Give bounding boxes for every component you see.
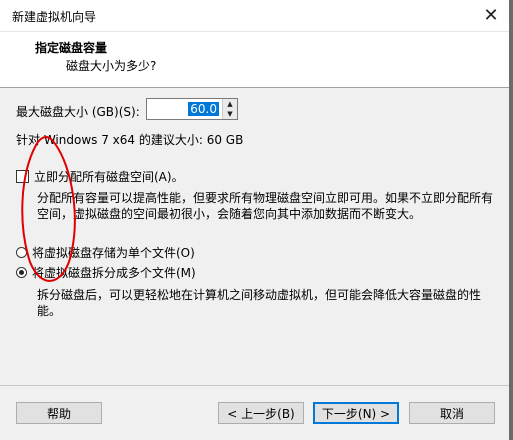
window-title: 新建虚拟机向导 <box>12 10 97 24</box>
allocate-now-label[interactable]: 立即分配所有磁盘空间(A)。 <box>34 168 184 185</box>
allocate-now-checkbox[interactable] <box>16 170 29 183</box>
close-icon[interactable]: ✕ <box>469 0 513 31</box>
store-single-file-option[interactable]: 将虚拟磁盘存储为单个文件(O) <box>16 244 195 261</box>
next-button[interactable]: 下一步(N) > <box>313 402 399 424</box>
store-single-file-radio[interactable] <box>16 247 27 258</box>
split-multiple-files-option[interactable]: 将虚拟磁盘拆分成多个文件(M) <box>16 264 196 281</box>
split-multiple-files-radio[interactable] <box>16 267 27 278</box>
title-bar: 新建虚拟机向导 ✕ <box>0 0 513 32</box>
wizard-body: 最大磁盘大小 (GB)(S): 60.0 ▲ ▼ 针对 Windows 7 x6… <box>0 88 513 440</box>
help-button[interactable]: 帮助 <box>16 402 102 424</box>
stepper-down-icon[interactable]: ▼ <box>223 109 237 119</box>
cancel-button[interactable]: 取消 <box>409 402 495 424</box>
allocate-now-checkbox-row[interactable]: 立即分配所有磁盘空间(A)。 <box>16 168 184 185</box>
back-button[interactable]: < 上一步(B) <box>218 402 304 424</box>
wizard-header: 指定磁盘容量 磁盘大小为多少? <box>0 32 513 88</box>
split-multiple-files-label[interactable]: 将虚拟磁盘拆分成多个文件(M) <box>32 264 196 281</box>
disk-size-stepper[interactable]: 60.0 ▲ ▼ <box>146 98 238 120</box>
disk-size-label: 最大磁盘大小 (GB)(S): <box>16 105 140 119</box>
recommended-size-text: 针对 Windows 7 x64 的建议大小: 60 GB <box>16 133 244 147</box>
button-separator <box>0 385 513 386</box>
disk-size-input[interactable]: 60.0 <box>188 102 219 116</box>
page-subtitle: 磁盘大小为多少? <box>66 59 157 73</box>
page-title: 指定磁盘容量 <box>35 41 108 55</box>
store-single-file-label[interactable]: 将虚拟磁盘存储为单个文件(O) <box>32 244 195 261</box>
stepper-buttons: ▲ ▼ <box>222 99 237 119</box>
allocate-description: 分配所有容量可以提高性能，但要求所有物理磁盘空间立即可用。如果不立即分配所有空间… <box>37 191 494 221</box>
window-edge <box>509 0 513 440</box>
split-description: 拆分磁盘后，可以更轻松地在计算机之间移动虚拟机，但可能会降低大容量磁盘的性能。 <box>37 288 482 318</box>
